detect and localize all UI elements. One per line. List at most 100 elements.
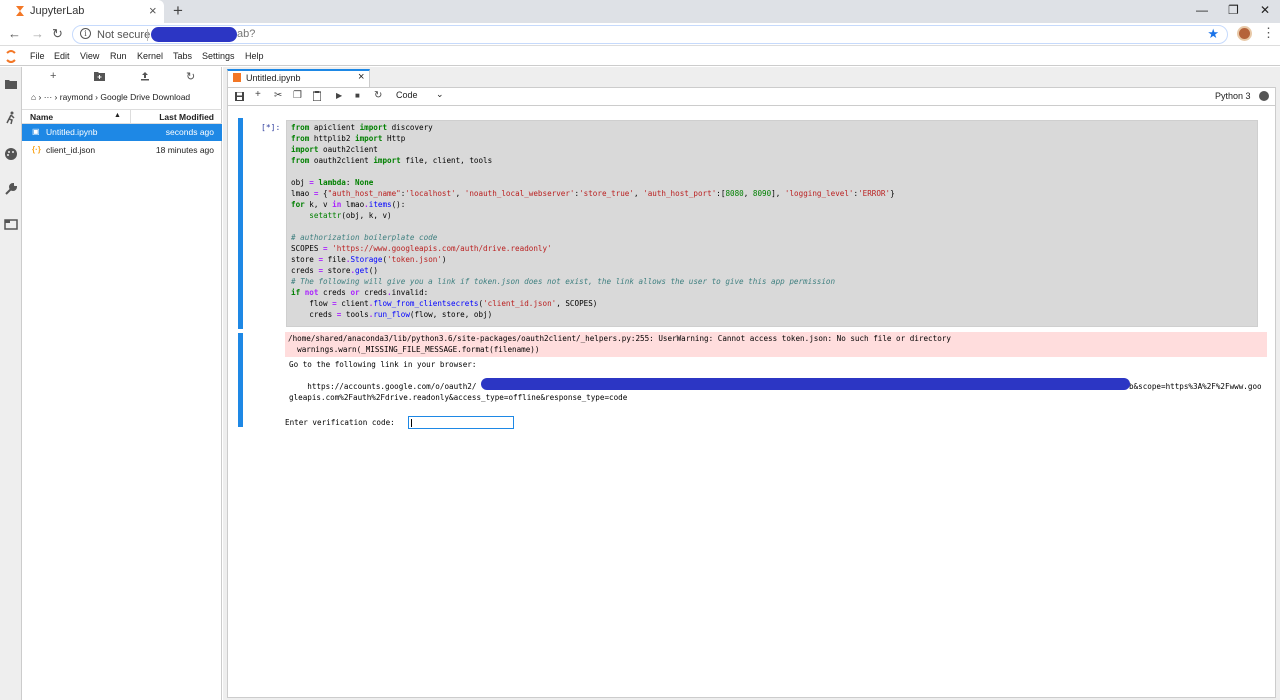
menu-run[interactable]: Run xyxy=(110,51,127,61)
stderr-output: /home/shared/anaconda3/lib/python3.6/sit… xyxy=(285,332,1267,357)
code-line: for k, v in lmao.items(): xyxy=(291,200,406,209)
notebook-panel: + ✂ ❐ ▶ ■ ↻ Code ⌄ Python 3 [*]: from ap… xyxy=(227,87,1276,698)
menu-settings[interactable]: Settings xyxy=(202,51,235,61)
file-modified: 18 minutes ago xyxy=(155,145,214,155)
last-modified-column-header[interactable]: Last Modified xyxy=(159,112,214,122)
browser-toolbar: ← → ↻ i Not secure ab? ★ ⋮ xyxy=(0,23,1280,46)
stdout-line: Go to the following link in your browser… xyxy=(289,360,477,369)
file-row-client-id[interactable]: {·} client_id.json 18 minutes ago xyxy=(22,142,222,159)
code-line: import oauth2client xyxy=(291,145,378,154)
file-list-header: Name ▲ Last Modified xyxy=(22,109,222,124)
jupyter-favicon-icon xyxy=(16,6,24,16)
breadcrumb: ⌂ › ··· › raymond › Google Drive Downloa… xyxy=(31,92,191,102)
cell-prompt: [*]: xyxy=(261,123,281,132)
run-icon[interactable]: ▶ xyxy=(336,91,342,100)
warning-line: warnings.warn(_MISSING_FILE_MESSAGE.form… xyxy=(288,345,540,354)
warning-line: /home/shared/anaconda3/lib/python3.6/sit… xyxy=(288,334,951,343)
notebook-file-icon: ▣ xyxy=(32,127,40,136)
code-line: # authorization boilerplate code xyxy=(291,233,438,242)
tab-untitled-notebook[interactable]: Untitled.ipynb × xyxy=(227,69,370,87)
file-name: client_id.json xyxy=(46,145,96,155)
redaction-mark xyxy=(151,27,237,42)
upload-icon[interactable] xyxy=(140,71,150,81)
notebook-toolbar: + ✂ ❐ ▶ ■ ↻ Code ⌄ Python 3 xyxy=(228,88,1275,106)
refresh-icon[interactable]: ↻ xyxy=(186,70,195,83)
chevron-down-icon[interactable]: ⌄ xyxy=(436,89,444,100)
menu-kernel[interactable]: Kernel xyxy=(137,51,163,61)
menu-view[interactable]: View xyxy=(80,51,99,61)
tabs-icon[interactable] xyxy=(4,217,18,231)
code-line: if not creds or creds.invalid: xyxy=(291,288,429,297)
folder-icon[interactable] xyxy=(4,77,18,91)
new-tab-icon[interactable]: + xyxy=(173,1,183,21)
cell-type-select[interactable]: Code xyxy=(396,90,418,100)
menu-help[interactable]: Help xyxy=(245,51,264,61)
kernel-busy-indicator xyxy=(1259,91,1269,101)
wrench-icon[interactable] xyxy=(4,182,18,196)
output-collapse-bar[interactable] xyxy=(238,333,243,427)
code-line: from oauth2client import file, client, t… xyxy=(291,156,493,165)
menu-tabs[interactable]: Tabs xyxy=(173,51,192,61)
cut-icon[interactable]: ✂ xyxy=(274,90,282,101)
bookmark-star-icon[interactable]: ★ xyxy=(1207,26,1219,42)
omnibox-divider xyxy=(147,29,148,41)
forward-icon[interactable]: → xyxy=(31,26,44,41)
new-folder-icon[interactable] xyxy=(94,71,105,81)
reload-icon[interactable]: ↻ xyxy=(52,26,63,42)
palette-icon[interactable] xyxy=(4,147,18,161)
minimize-icon[interactable]: — xyxy=(1196,3,1208,17)
auth-url-line2: gleapis.com%2Fauth%2Fdrive.readonly&acce… xyxy=(289,393,628,402)
security-label: Not secure xyxy=(97,29,151,41)
name-column-header[interactable]: Name xyxy=(30,112,53,122)
browser-tab[interactable]: JupyterLab × xyxy=(0,0,164,23)
jupyter-menubar: File Edit View Run Kernel Tabs Settings … xyxy=(0,47,1280,66)
notebook-icon xyxy=(233,73,241,82)
paste-icon[interactable] xyxy=(313,91,321,101)
restore-icon[interactable]: ❐ xyxy=(1228,3,1239,17)
code-line: store = file.Storage('token.json') xyxy=(291,255,447,264)
redaction-mark xyxy=(481,378,1130,390)
address-bar[interactable]: i Not secure ab? ★ xyxy=(72,25,1228,44)
close-tab-icon[interactable]: × xyxy=(149,3,157,18)
code-line: from httplib2 import Http xyxy=(291,134,406,143)
menu-edit[interactable]: Edit xyxy=(54,51,70,61)
close-window-icon[interactable]: ✕ xyxy=(1260,3,1270,17)
file-row-untitled[interactable]: ▣ Untitled.ipynb seconds ago xyxy=(22,124,222,141)
restart-icon[interactable]: ↻ xyxy=(374,90,382,101)
file-modified: seconds ago xyxy=(165,127,214,137)
jupyter-logo-icon xyxy=(6,50,16,63)
left-sidebar xyxy=(0,67,22,700)
verification-code-input[interactable] xyxy=(408,416,514,429)
code-line: creds = tools.run_flow(flow, store, obj) xyxy=(291,310,493,319)
close-icon[interactable]: × xyxy=(358,71,364,83)
file-browser: + ↻ ⌂ › ··· › raymond › Google Drive Dow… xyxy=(22,67,222,700)
file-name: Untitled.ipynb xyxy=(46,127,98,137)
copy-icon[interactable]: ❐ xyxy=(293,90,302,101)
new-launcher-icon[interactable]: + xyxy=(50,70,56,82)
code-line: # The following will give you a link if … xyxy=(291,277,836,286)
code-line: creds = store.get() xyxy=(291,266,378,275)
menu-file[interactable]: File xyxy=(30,51,45,61)
code-line: setattr(obj, k, v) xyxy=(309,211,392,220)
running-icon[interactable] xyxy=(4,111,18,125)
back-icon[interactable]: ← xyxy=(8,26,21,41)
insert-cell-icon[interactable]: + xyxy=(255,89,261,100)
auth-url-start: https://accounts.google.com/o/oauth2/ xyxy=(289,382,477,391)
code-editor[interactable]: from apiclient import discovery from htt… xyxy=(286,120,1258,327)
avatar[interactable] xyxy=(1237,26,1252,41)
json-file-icon: {·} xyxy=(32,145,41,154)
code-line: obj = lambda: None xyxy=(291,178,374,187)
home-icon[interactable]: ⌂ xyxy=(31,92,36,102)
column-divider[interactable] xyxy=(130,110,131,124)
save-icon[interactable] xyxy=(235,92,244,101)
kernel-name[interactable]: Python 3 xyxy=(1215,91,1251,101)
stop-icon[interactable]: ■ xyxy=(355,91,360,100)
browser-menu-icon[interactable]: ⋮ xyxy=(1262,25,1275,41)
sort-up-icon[interactable]: ▲ xyxy=(114,112,121,119)
browser-tabstrip: JupyterLab × + — ❐ ✕ xyxy=(0,0,1280,23)
info-icon[interactable]: i xyxy=(80,28,91,39)
code-line: lmao = {"auth_host_name":'localhost', 'n… xyxy=(291,189,895,198)
browser-tab-title: JupyterLab xyxy=(30,5,85,17)
code-line: SCOPES = 'https://www.googleapis.com/aut… xyxy=(291,244,552,253)
active-cell-bar[interactable] xyxy=(238,118,243,329)
